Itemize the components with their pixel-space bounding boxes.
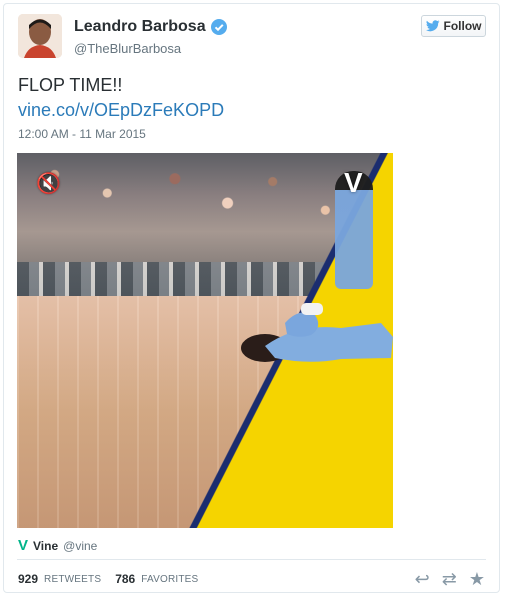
favorite-icon[interactable]: ★	[469, 569, 485, 590]
follow-label: Follow	[443, 19, 482, 33]
follow-button[interactable]: Follow	[421, 15, 486, 37]
mute-icon[interactable]: 🔇	[36, 171, 70, 195]
media-source: V Vine @vine	[18, 537, 97, 554]
vine-icon: V	[18, 537, 29, 554]
tweet-stats: 929 RETWEETS 786 FAVORITES	[18, 572, 198, 586]
tweet-timestamp[interactable]: 12:00 AM - 11 Mar 2015	[18, 127, 146, 141]
avatar-photo	[18, 14, 62, 58]
user-avatar[interactable]	[18, 14, 62, 58]
user-handle[interactable]: @TheBlurBarbosa	[74, 41, 181, 56]
user-name-row: Leandro Barbosa	[74, 18, 227, 36]
tweet-actions: ↩ ⇄ ★	[415, 569, 485, 590]
favorite-label: FAVORITES	[141, 573, 199, 585]
vine-video-player[interactable]: 🔇 V	[17, 153, 393, 528]
user-name[interactable]: Leandro Barbosa	[74, 18, 206, 36]
player-on-floor	[241, 303, 393, 362]
tweet-text: FLOP TIME!!	[18, 75, 123, 95]
tweet-link[interactable]: vine.co/v/OEpDzFeKOPD	[18, 100, 224, 121]
tweet-divider	[17, 559, 486, 560]
reply-icon[interactable]: ↩	[415, 569, 430, 590]
twitter-bird-icon	[425, 20, 439, 32]
vine-icon: V	[344, 167, 363, 198]
favorite-count[interactable]: 786	[115, 572, 135, 586]
retweet-icon[interactable]: ⇄	[442, 569, 457, 590]
source-handle[interactable]: @vine	[63, 539, 97, 553]
source-name[interactable]: Vine	[33, 539, 58, 553]
retweet-count[interactable]: 929	[18, 572, 38, 586]
verified-badge-icon	[210, 19, 227, 35]
tweet-card: Leandro Barbosa @TheBlurBarbosa Follow F…	[3, 3, 500, 593]
retweet-label: RETWEETS	[44, 573, 102, 585]
